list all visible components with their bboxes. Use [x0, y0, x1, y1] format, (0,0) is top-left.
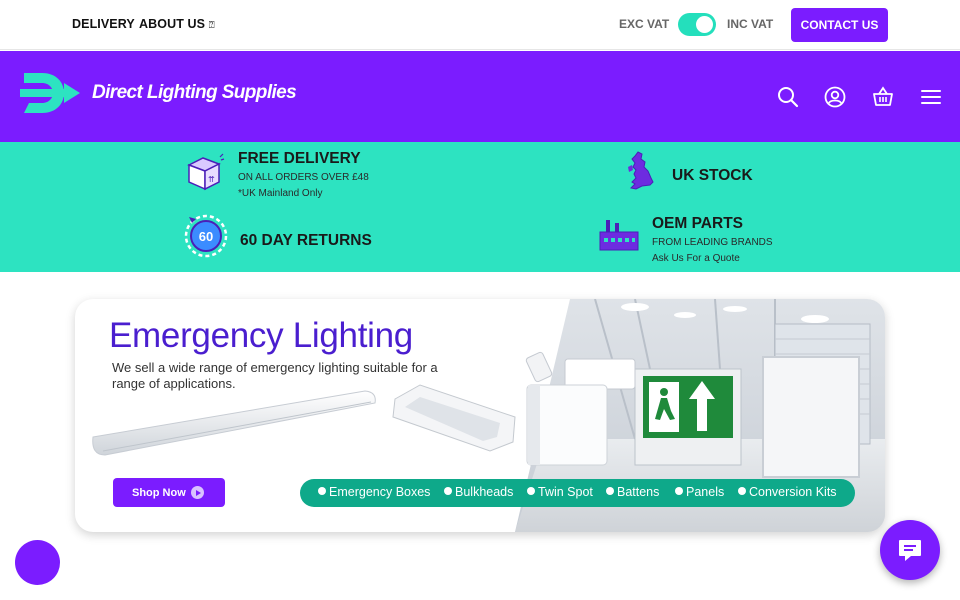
usp-uk-stock: UK STOCK: [672, 167, 753, 185]
floating-circle-button[interactable]: [15, 540, 60, 585]
delivery-link[interactable]: DELIVERY: [72, 17, 135, 31]
category-links-bar: Emergency Boxes Bulkheads Twin Spot Batt…: [300, 479, 855, 507]
contact-us-button[interactable]: CONTACT US: [791, 8, 888, 42]
shop-now-button[interactable]: Shop Now: [113, 478, 225, 507]
inc-vat-label: INC VAT: [727, 17, 774, 31]
returns-title: 60 DAY RETURNS: [240, 232, 372, 249]
oem-parts-quote: Ask Us For a Quote: [652, 253, 740, 264]
about-us-dropdown-icon: ⍰: [208, 20, 215, 31]
free-delivery-note: *UK Mainland Only: [238, 188, 323, 199]
banner-description: We sell a wide range of emergency lighti…: [112, 360, 438, 391]
emergency-lighting-banner[interactable]: Emergency Lighting We sell a wide range …: [75, 299, 885, 532]
free-delivery-title: FREE DELIVERY: [238, 150, 361, 167]
account-icon[interactable]: [823, 85, 847, 109]
search-icon[interactable]: [776, 85, 800, 109]
category-link-twin-spot[interactable]: Twin Spot: [527, 485, 593, 499]
about-us-label: ABOUT US: [139, 17, 206, 31]
returns-badge: 60: [199, 229, 213, 244]
chat-bubble-icon: [899, 540, 921, 561]
brand-name: Direct Lighting Supplies: [92, 82, 297, 103]
banner-title: Emergency Lighting: [109, 316, 413, 355]
usp-returns: 60 DAY RETURNS: [240, 232, 372, 250]
top-utility-bar: DELIVERY ABOUT US ⍰ EXC VAT INC VAT CONT…: [0, 0, 960, 50]
returns-60-icon: 60: [184, 214, 228, 258]
play-circle-icon: [191, 486, 204, 499]
exc-vat-label: EXC VAT: [619, 17, 670, 31]
site-header: Direct Lighting Supplies: [0, 51, 960, 142]
free-delivery-threshold: ON ALL ORDERS OVER £48: [238, 172, 369, 183]
usp-oem-parts: OEM PARTS FROM LEADING BRANDS Ask Us For…: [652, 215, 773, 264]
factory-icon: [599, 220, 639, 251]
delivery-box-icon: ⇈: [187, 153, 225, 191]
vat-toggle-knob: [696, 16, 713, 33]
uk-map-icon: [628, 151, 654, 190]
shop-now-label: Shop Now: [132, 486, 186, 499]
svg-text:⇈: ⇈: [208, 175, 215, 184]
uk-stock-title: UK STOCK: [672, 167, 753, 184]
usp-free-delivery: FREE DELIVERY ON ALL ORDERS OVER £48 *UK…: [238, 150, 369, 199]
category-link-panels[interactable]: Panels: [675, 485, 724, 499]
vat-toggle[interactable]: [678, 13, 716, 36]
category-link-conversion-kits[interactable]: Conversion Kits: [738, 485, 837, 499]
live-chat-button[interactable]: [880, 520, 940, 580]
usp-band: ⇈ FREE DELIVERY ON ALL ORDERS OVER £48 *…: [0, 142, 960, 272]
logo-mark-icon: [20, 73, 80, 113]
category-link-emergency-boxes[interactable]: Emergency Boxes: [318, 485, 430, 499]
oem-parts-brands: FROM LEADING BRANDS: [652, 237, 773, 248]
menu-icon[interactable]: [919, 85, 943, 109]
category-link-bulkheads[interactable]: Bulkheads: [444, 485, 513, 499]
about-us-link[interactable]: ABOUT US ⍰: [139, 17, 215, 31]
oem-parts-title: OEM PARTS: [652, 215, 743, 232]
basket-icon[interactable]: [871, 85, 895, 109]
category-link-battens[interactable]: Battens: [606, 485, 659, 499]
